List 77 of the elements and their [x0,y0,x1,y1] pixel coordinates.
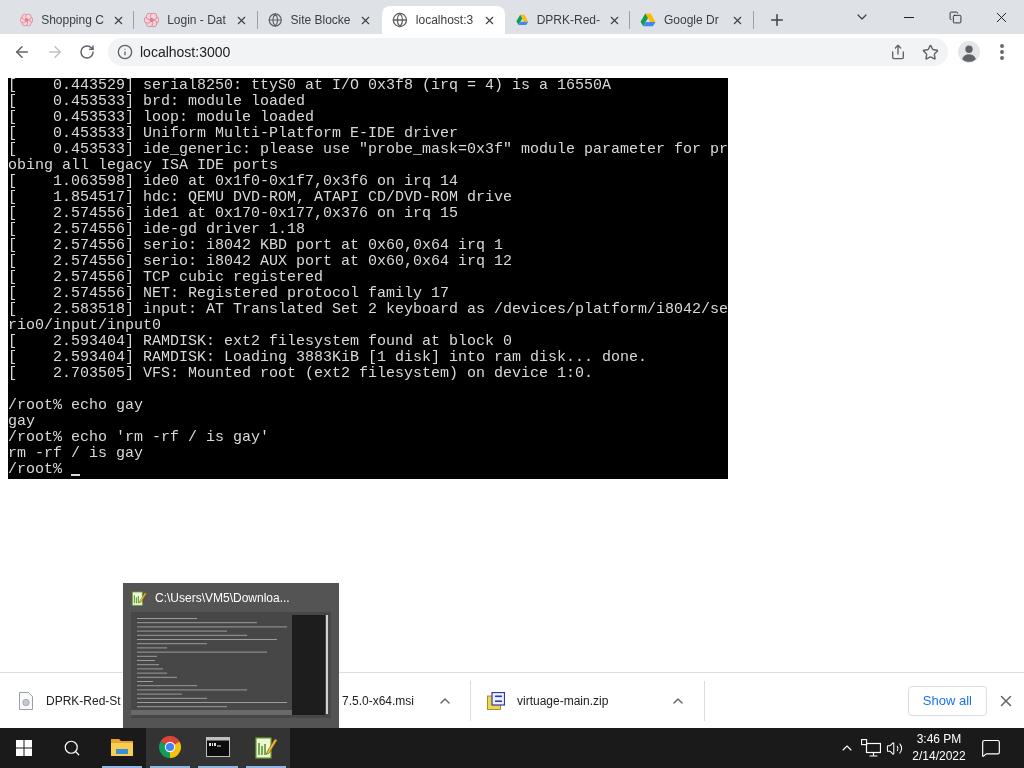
terminal-icon [206,737,230,757]
terminal-line: /root% echo gay [8,398,144,414]
profile-button[interactable] [955,38,983,66]
restore-icon [948,10,962,24]
archive-icon [487,691,505,710]
window-title: C:\Users\VM5\Downloa... [155,590,290,607]
notepad-icon [131,590,147,606]
terminal-line: [ 2.574556] serio: i8042 AUX port at 0x60,0x64 irq 12 [8,254,513,270]
globe-icon [268,12,283,28]
file-name: virtuage-main.zip [517,692,609,710]
terminal-line: [ 0.443529] serial8250: ttyS0 at I/O 0x3f8 (irq = 4) is a 16550A [8,78,612,94]
clock-button[interactable]: 3:46 PM 2/14/2022 [905,728,973,768]
terminal-line: [ 2.593404] RAMDISK: Loading 3883KiB [1 disk] into ram disk... done. [8,350,648,366]
more-icon [1000,44,1004,60]
tab-title: Google Dr [664,12,719,29]
terminal-line: [ 1.063598] ide0 at 0x1f0-0x1f7,0x3f6 on irq 14 [8,174,459,190]
terminal-line: rm -rf / is gay [8,446,144,462]
chrome-logo-icon [158,735,182,759]
address-field[interactable]: localhost:3000 [108,38,948,66]
terminal-line: [ 2.703505] VFS: Mounted root (ext2 filesystem) on device 1:0. [8,366,594,382]
terminal-line: gay [8,414,35,430]
file-name: 7.5.0-x64.msi [341,692,414,710]
browser-tab[interactable]: Login - Dat [134,6,257,34]
terminal-line: obing all legacy ISA IDE ports [8,158,279,174]
taskbar-app-button[interactable] [146,728,194,768]
star-icon [921,43,939,61]
network-icon [861,739,881,757]
terminal-line: [ 2.574556] NET: Registered protocol family 17 [8,286,450,302]
terminal-line: [ 0.453533] brd: module loaded [8,94,306,110]
profile-icon [958,41,980,63]
info-icon [117,44,133,60]
terminal-line: [ 2.583518] input: AT Translated Set 2 keyboard as /devices/platform/i8042/se [8,302,729,318]
url-text: localhost:3000 [140,42,231,62]
terminal-line: /root% echo 'rm -rf / is gay' [8,430,270,446]
share-icon [890,44,906,60]
terminal-line: rio0/input/input0 [8,318,162,334]
terminal-line: [ 1.854517] hdc: QEMU DVD-ROM, ATAPI CD/DVD-ROM drive [8,190,513,206]
plus-icon [768,11,786,29]
minimize-icon [904,16,914,18]
flower-icon [144,12,160,28]
show-all-button[interactable]: Show all [907,685,987,716]
search-icon [63,739,81,757]
globe-icon [392,12,408,28]
browser-tab[interactable]: localhost:3 [382,6,505,34]
notepad-icon [254,735,278,759]
terminal-line: [ 2.574556] serio: i8042 KBD port at 0x60,0x64 irq 1 [8,238,504,254]
terminal-line: [ 2.593404] RAMDISK: ext2 filesystem found at block 0 [8,334,513,350]
drive-icon [516,12,529,28]
tab-title: DPRK-Red- [536,12,600,29]
browser-tab[interactable]: DPRK-Red- [506,6,629,34]
tab-title: Login - Dat [167,12,226,29]
terminal-line: [ 2.574556] TCP cubic registered [8,270,324,286]
taskbar-app-button[interactable] [242,728,290,768]
browser-tab[interactable]: Site Blocke [258,6,381,34]
file-icon [18,691,34,710]
forward-icon [46,43,64,61]
notification-icon [981,738,1001,758]
flower-icon [20,12,34,28]
tab-title: Site Blocke [290,12,351,29]
windows-logo-icon [16,740,32,756]
terminal-line: [ 2.574556] ide-gd driver 1.18 [8,222,306,238]
reload-icon [79,44,95,60]
tab-title: Shopping C [41,12,104,29]
tab-title: localhost:3 [415,12,474,29]
drive-icon [640,12,656,28]
terminal-line: [ 0.453533] ide_generic: please use "probe_mask=0x3f" module parameter for pr [8,142,729,158]
file-name: DPRK-Red-St [46,692,121,710]
terminal-line: [ 2.574556] ide1 at 0x170-0x177,0x376 on irq 15 [8,206,459,222]
terminal-line: /root% [8,462,62,478]
terminal-line: [ 0.453533] loop: module loaded [8,110,315,126]
browser-tab[interactable]: Shopping C [10,6,133,34]
window-preview-popup[interactable]: C:\Users\VM5\Downloa... [123,583,339,728]
back-icon [13,43,31,61]
volume-icon [885,739,903,757]
folder-icon [110,737,134,757]
browser-tab[interactable]: Google Dr [630,6,753,34]
terminal-line: [ 0.453533] Uniform Multi-Platform E-IDE driver [8,126,459,142]
